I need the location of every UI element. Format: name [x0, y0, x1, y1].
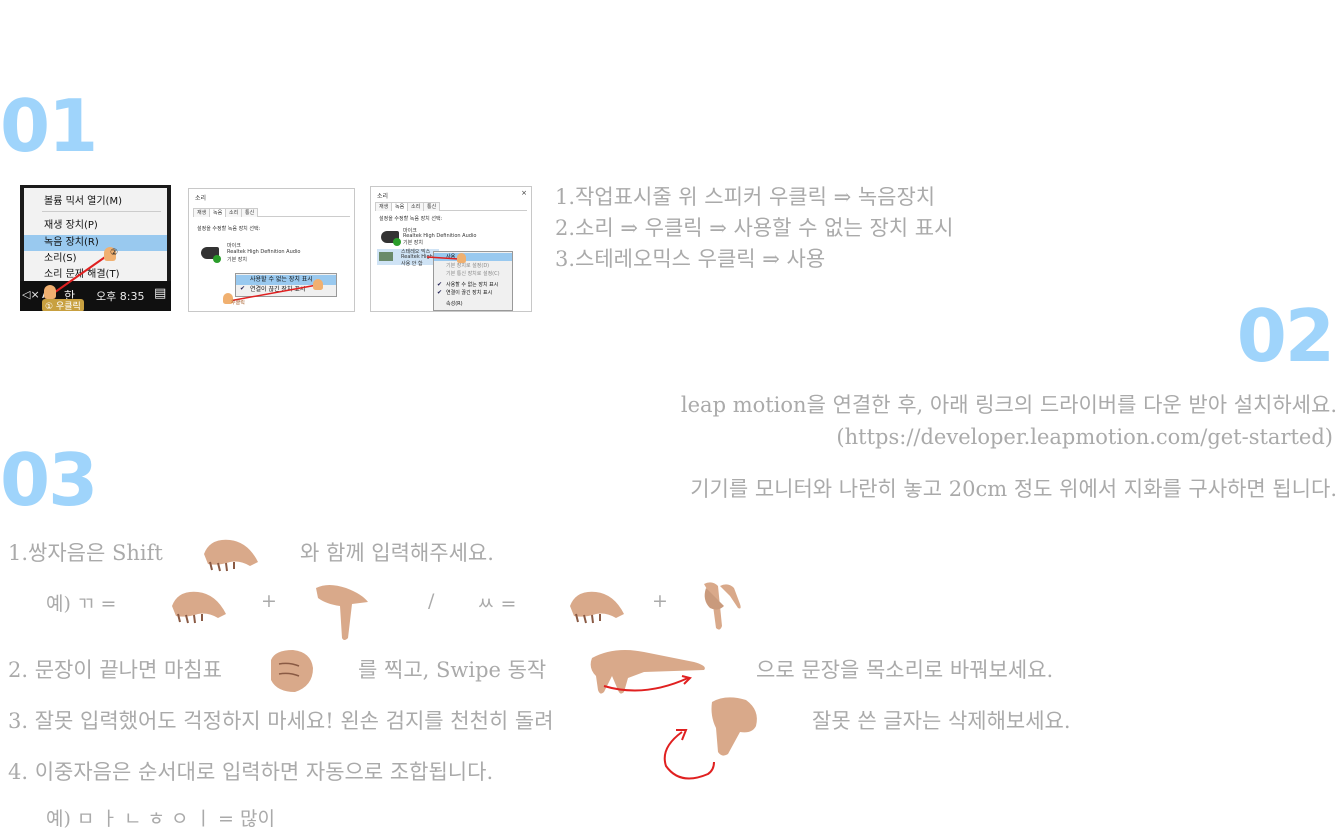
taskbar-menu-screenshot: 볼륨 믹서 열기(M) 재생 장치(P) 녹음 장치(R) 소리(S) 소리 문… — [20, 185, 171, 311]
rule-1-text: 1.쌍자음은 Shift — [8, 541, 163, 565]
giyeok-hand-icon — [316, 585, 368, 640]
section-number-01: 01 — [0, 84, 98, 168]
click-badge: 우클릭 — [231, 300, 245, 306]
shift-hand-icon — [570, 591, 624, 624]
slash-separator: / — [428, 590, 435, 612]
step-badge-2: ② — [110, 248, 119, 258]
install-instruction: leap motion을 연결한 후, 아래 링크의 드라이버를 다운 받아 설… — [680, 393, 1337, 417]
rule-2-text: 2. 문장이 끝나면 마침표 — [8, 658, 222, 682]
section-number-03: 03 — [0, 438, 98, 522]
stereo-mix-screenshot: 소리 × 재생 녹음 소리 통신 설정을 수정할 녹음 장치 선택: 마이크 R… — [370, 186, 532, 312]
rule-3-tail: 잘못 쓴 글자는 삭제해보세요. — [812, 709, 1071, 733]
example-4: 예) ㅁ ㅏ ㄴ ㅎ ㅇ ㅣ = 많이 — [46, 808, 275, 830]
section-number-02: 02 — [1236, 294, 1335, 378]
shift-hand-icon — [172, 591, 226, 624]
annotation-arrow — [47, 254, 109, 298]
annotation-arrow — [228, 284, 318, 302]
sound-dialog-screenshot: 소리 재생 녹음 소리 통신 설정을 수정할 녹음 장치 선택: 마이크 Rea… — [188, 188, 355, 312]
example-1-prefix: 예) ㄲ = — [46, 593, 117, 615]
annotation-arrow — [426, 256, 460, 260]
step-badge-1: ① 우클릭 — [42, 299, 84, 311]
placement-instruction: 기기를 모니터와 나란히 놓고 20cm 정도 위에서 지화를 구사하면 됩니다… — [690, 477, 1337, 501]
step-2: 2.소리 ⇒ 우클릭 ⇒ 사용할 수 없는 장치 표시 — [555, 216, 954, 240]
shift-hand-icon — [204, 539, 258, 572]
rule-3-text: 3. 잘못 입력했어도 걱정하지 마세요! 왼손 검지를 천천히 돌려 — [8, 709, 554, 733]
delete-gesture-icon — [663, 697, 757, 780]
step-1: 1.작업표시줄 위 스피커 우클릭 ⇒ 녹음장치 — [555, 185, 936, 209]
example-1-b: ㅆ = — [477, 593, 517, 615]
rule-2-tail: 으로 문장을 목소리로 바꿔보세요. — [756, 658, 1054, 682]
step-3: 3.스테레오믹스 우클릭 ⇒ 사용 — [555, 247, 826, 271]
rule-1-tail: 와 함께 입력해주세요. — [300, 541, 494, 565]
rule-4-text: 4. 이중자음은 순서대로 입력하면 자동으로 조합됩니다. — [8, 760, 494, 784]
hand-cursor-icon — [313, 279, 323, 290]
rule-2-middle: 를 찍고, Swipe 동작 — [358, 658, 547, 682]
hand-cursor-icon — [457, 253, 466, 263]
plus-sign: + — [652, 590, 668, 612]
fist-hand-icon — [271, 650, 313, 692]
plus-sign: + — [261, 590, 277, 612]
swipe-hand-icon — [590, 650, 705, 694]
driver-link[interactable]: (https://developer.leapmotion.com/get-st… — [836, 425, 1333, 450]
hand-cursor-icon — [44, 285, 56, 299]
siot-hand-icon — [704, 582, 741, 630]
